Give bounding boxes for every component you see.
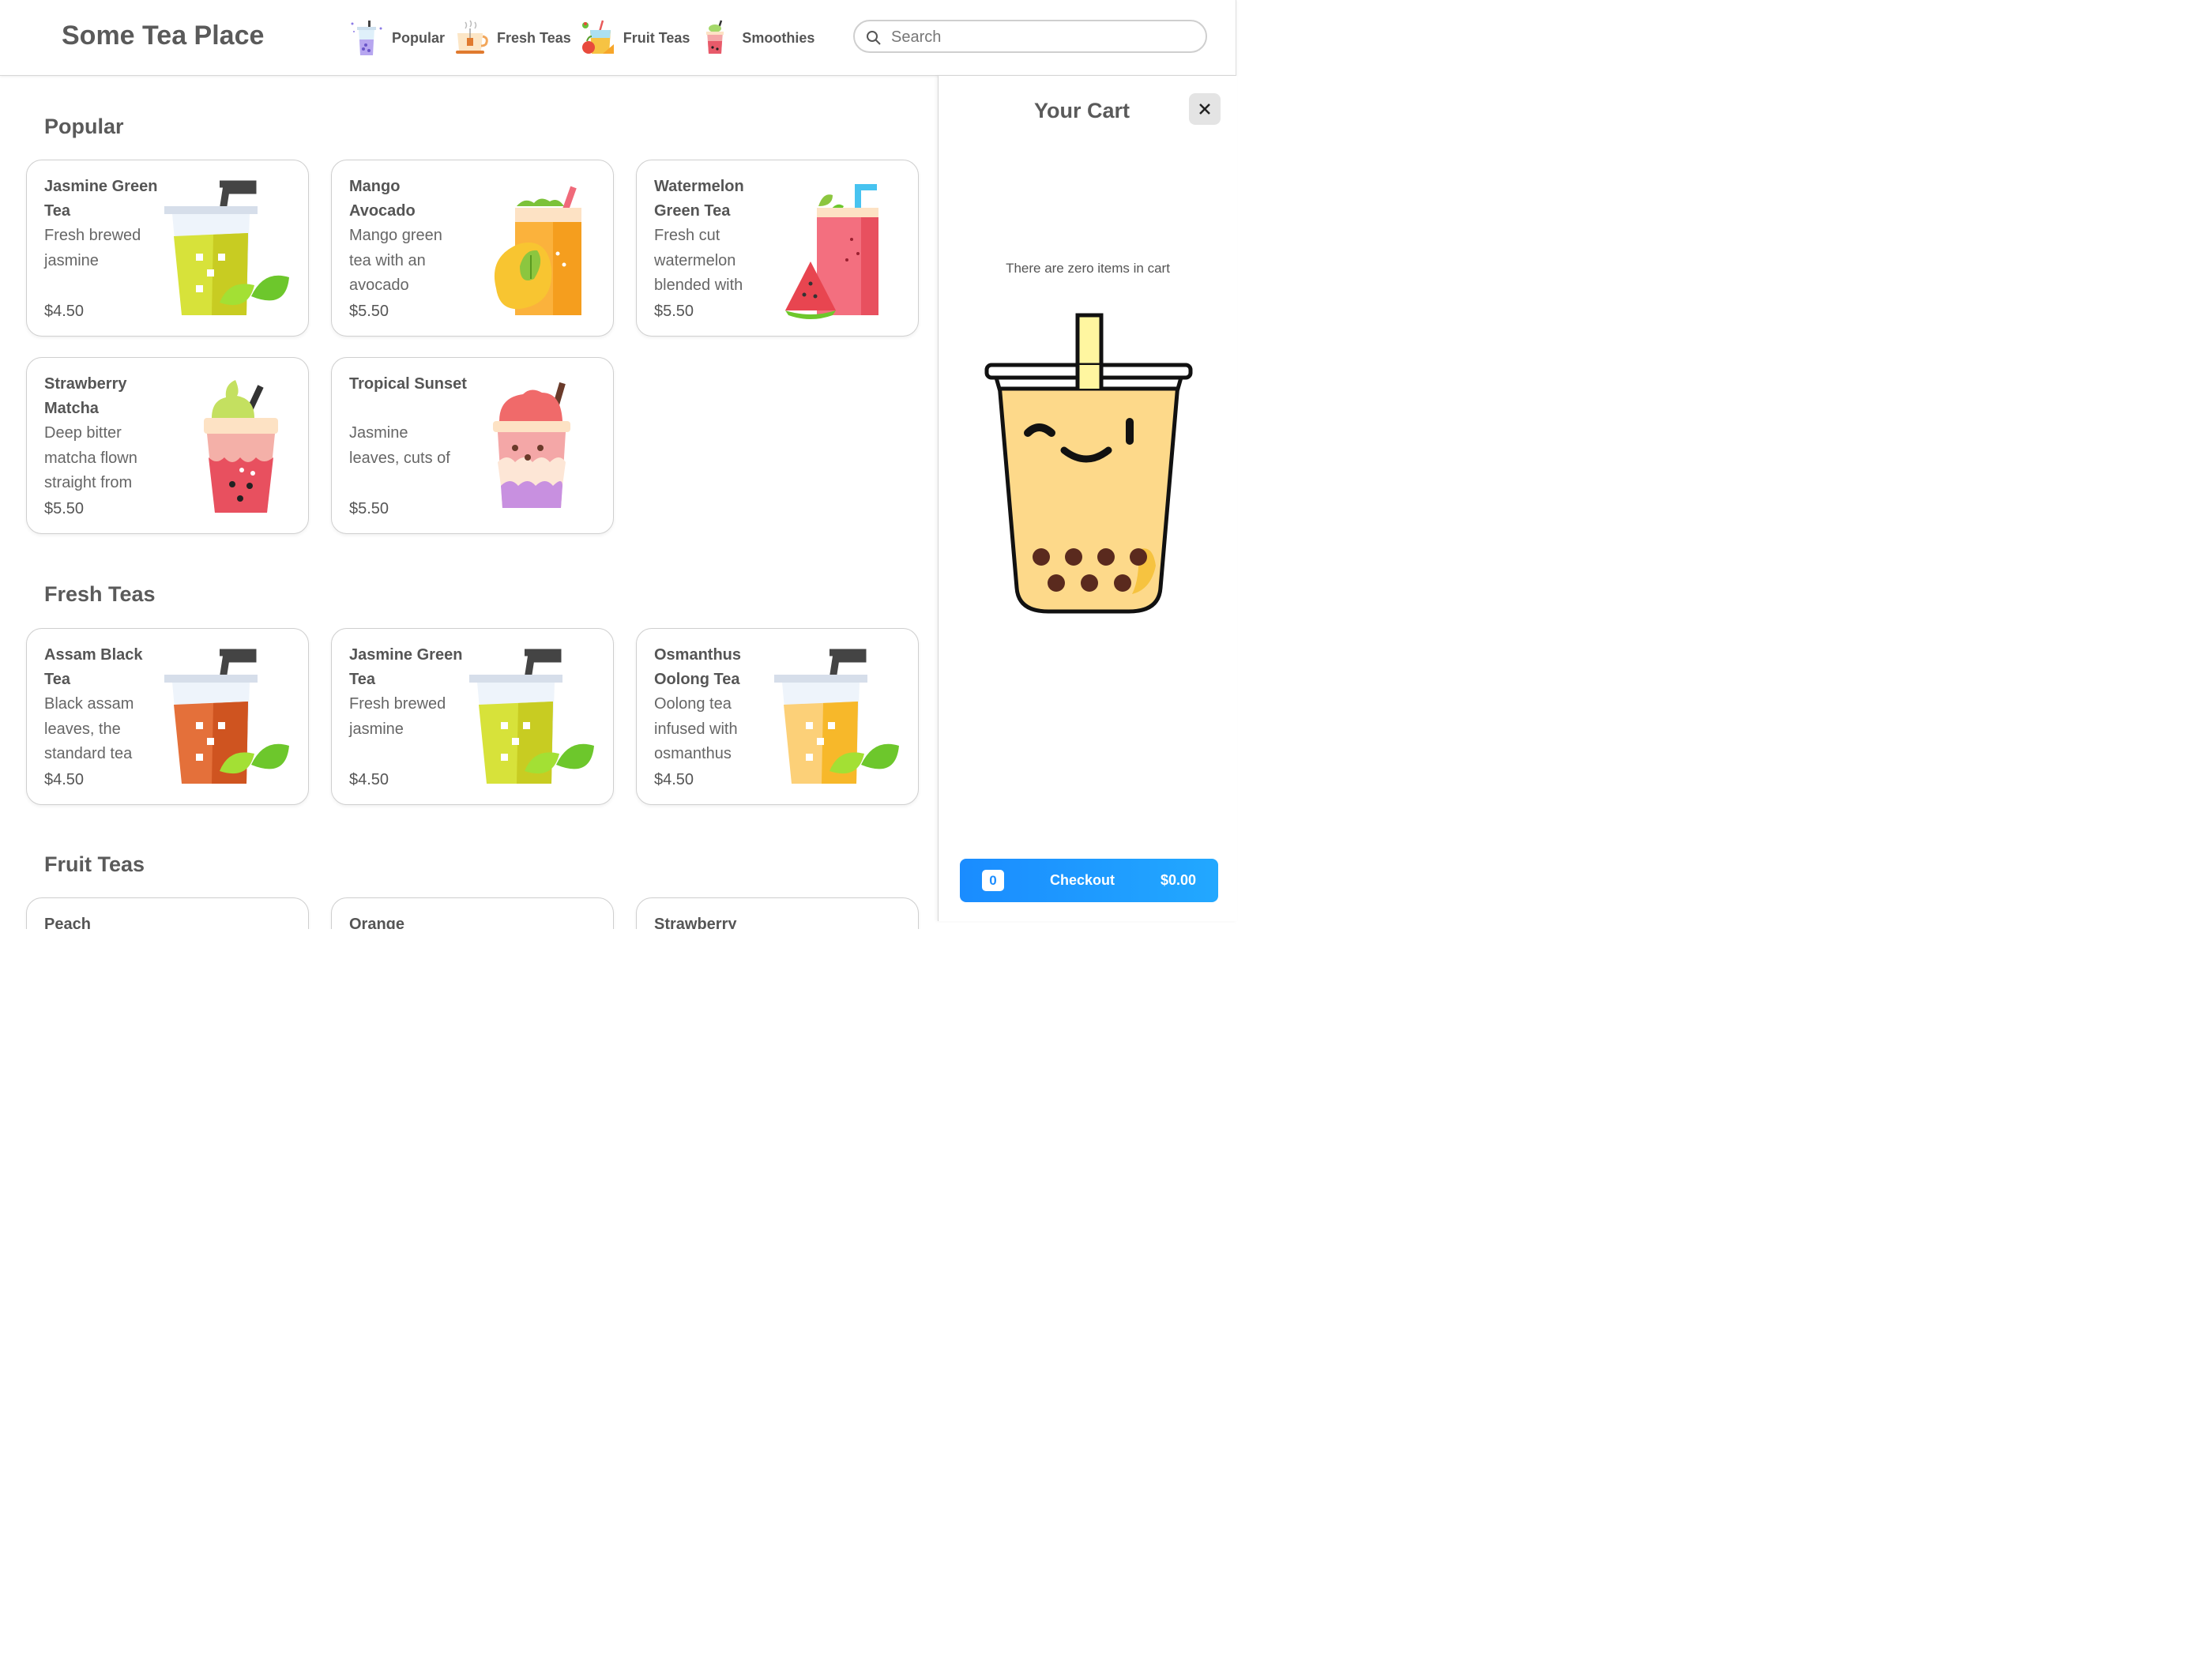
cart-count-badge: 0	[982, 870, 1004, 891]
product-description: Fresh brewed jasmine	[349, 695, 446, 738]
nav-popular[interactable]: Popular	[348, 19, 445, 57]
product-card[interactable]: Mango Avocado Mango green tea with an av…	[331, 160, 614, 337]
product-name: Mango Avocado	[349, 178, 416, 220]
oolong-tea-icon	[774, 649, 899, 784]
product-card[interactable]: Assam Black Tea Black assam leaves, the …	[26, 628, 309, 805]
tea-cup-icon	[456, 20, 488, 54]
orange-drink-icon	[465, 916, 599, 929]
product-card[interactable]: Osmanthus Oolong Tea Oolong tea infused …	[636, 628, 919, 805]
search-bar[interactable]	[853, 20, 1207, 53]
product-price: $5.50	[349, 500, 389, 517]
nav-label: Fruit Teas	[623, 29, 690, 46]
mango-avocado-icon	[494, 186, 581, 315]
checkout-button[interactable]: 0 Checkout $0.00	[960, 859, 1218, 902]
product-card[interactable]: Watermelon Green Tea Fresh cut watermelo…	[636, 160, 919, 337]
brand-title[interactable]: Some Tea Place	[62, 21, 264, 51]
product-description: Black assam leaves, the standard tea	[44, 695, 134, 762]
nav-label: Popular	[392, 29, 446, 46]
cart-panel: Your Cart There are zero items in cart 0…	[938, 76, 1237, 921]
checkout-label: Checkout	[1050, 872, 1115, 888]
product-price: $4.50	[44, 303, 85, 320]
peach-drink-icon	[160, 916, 294, 929]
product-name: Watermelon Green Tea	[654, 178, 744, 220]
product-price: $4.50	[44, 771, 85, 788]
product-price: $5.50	[44, 500, 85, 517]
nav-fruit-teas[interactable]: Fruit Teas	[579, 19, 690, 57]
product-card[interactable]: Jasmine Green Tea Fresh brewed jasmine $…	[26, 160, 309, 337]
category-nav: Popular Fresh Teas Fruit Teas Smoothies	[348, 16, 822, 60]
product-price: $5.50	[654, 303, 694, 320]
product-name: Peach	[44, 916, 91, 929]
boba-mascot-illustration	[984, 313, 1193, 614]
cart-total: $0.00	[1160, 872, 1196, 888]
cart-title: Your Cart	[1034, 99, 1130, 122]
product-price: $4.50	[349, 771, 389, 788]
jasmine-green-tea-icon	[469, 649, 594, 784]
product-name: Tropical Sunset	[349, 375, 467, 393]
product-description: Deep bitter matcha flown straight from	[44, 424, 137, 491]
product-description: Mango green tea with an avocado	[349, 227, 442, 294]
popular-drink-icon	[351, 21, 382, 55]
search-input[interactable]	[890, 26, 1193, 48]
product-name: Strawberry	[654, 916, 737, 929]
menu-content[interactable]: Popular Jasmine Green Tea Fresh brewed j…	[0, 76, 937, 929]
product-card[interactable]: Strawberry Matcha Deep bitter matcha flo…	[26, 357, 309, 534]
product-name: Orange	[349, 916, 405, 929]
section-title-popular: Popular	[44, 115, 124, 138]
product-card[interactable]: Orange	[331, 897, 614, 929]
close-icon	[1199, 103, 1210, 115]
product-price: $4.50	[654, 771, 694, 788]
product-card[interactable]: Tropical Sunset Jasmine leaves, cuts of …	[331, 357, 614, 534]
top-bar: Some Tea Place Popular Fresh Teas Fruit …	[0, 0, 1236, 76]
product-description: Oolong tea infused with osmanthus	[654, 695, 738, 762]
fruit-drink-icon	[581, 20, 614, 54]
smoothie-icon	[706, 20, 724, 54]
tropical-sunset-icon	[493, 382, 570, 508]
empty-cart-message: There are zero items in cart	[1006, 261, 1170, 276]
nav-label: Fresh Teas	[497, 29, 571, 46]
product-name: Strawberry Matcha	[44, 375, 127, 417]
product-description: Jasmine leaves, cuts of	[349, 424, 450, 467]
black-tea-icon	[164, 649, 289, 784]
search-icon	[867, 31, 881, 45]
watermelon-drink-icon	[785, 184, 878, 319]
product-price: $5.50	[349, 303, 389, 320]
product-card[interactable]: Jasmine Green Tea Fresh brewed jasmine $…	[331, 628, 614, 805]
nav-label: Smoothies	[742, 29, 815, 46]
product-description: Fresh cut watermelon blended with	[654, 227, 743, 294]
product-name: Jasmine Green Tea	[349, 646, 463, 688]
section-title-fresh-teas: Fresh Teas	[44, 582, 156, 606]
product-name: Assam Black Tea	[44, 646, 143, 688]
jasmine-green-tea-icon	[164, 180, 289, 315]
product-description: Fresh brewed jasmine	[44, 227, 141, 269]
close-cart-button[interactable]	[1189, 93, 1221, 125]
product-name: Jasmine Green Tea	[44, 178, 158, 220]
section-title-fruit-teas: Fruit Teas	[44, 852, 145, 876]
product-name: Osmanthus Oolong Tea	[654, 646, 742, 688]
strawberry-drink-icon	[769, 916, 904, 929]
product-card[interactable]: Strawberry	[636, 897, 919, 929]
nav-fresh-teas[interactable]: Fresh Teas	[453, 19, 571, 57]
strawberry-matcha-icon	[204, 380, 278, 513]
product-card[interactable]: Peach	[26, 897, 309, 929]
nav-smoothies[interactable]: Smoothies	[698, 19, 814, 57]
